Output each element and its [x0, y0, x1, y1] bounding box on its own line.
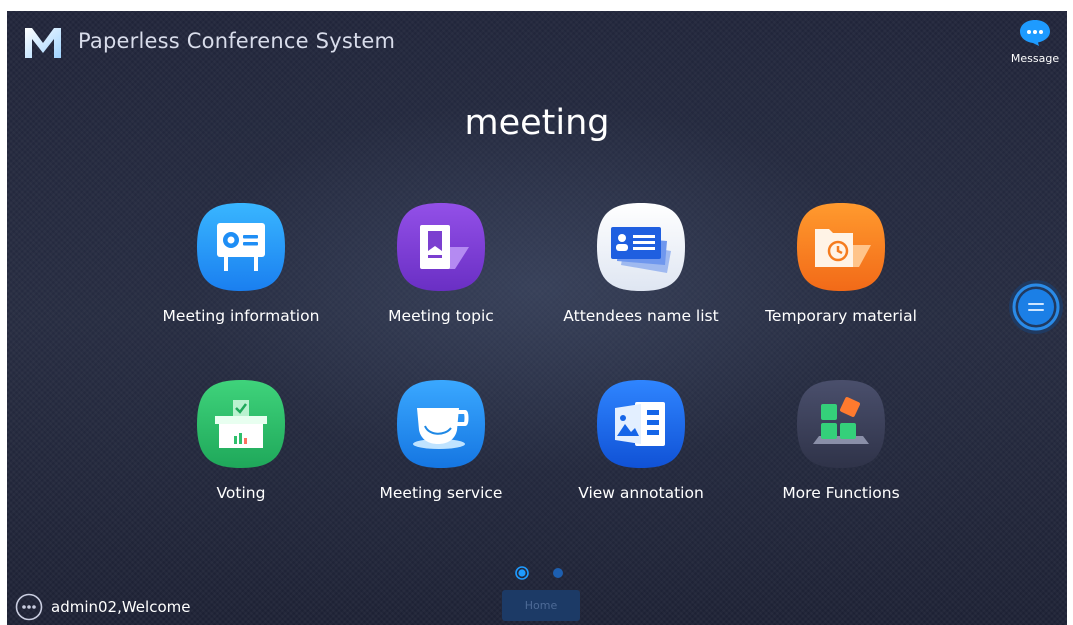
message-label: Message	[1010, 52, 1060, 65]
user-welcome[interactable]: admin02,Welcome	[15, 593, 190, 621]
floating-menu-button[interactable]	[1008, 279, 1064, 335]
app-label: More Functions	[782, 484, 900, 502]
app-meeting-service[interactable]: Meeting service	[341, 378, 541, 502]
app-label: Meeting service	[379, 484, 503, 502]
app-label: Meeting topic	[388, 307, 494, 325]
app-voting[interactable]: Voting	[141, 378, 341, 502]
presentation-board-icon	[197, 203, 285, 291]
app-label: Attendees name list	[563, 307, 719, 325]
app-temporary-material[interactable]: Temporary material	[741, 201, 941, 325]
ballot-box-icon	[197, 380, 285, 468]
app-label: Meeting information	[162, 307, 320, 325]
more-dots-icon	[15, 593, 43, 621]
app-logo	[25, 28, 61, 58]
home-screen: Paperless Conference System Message meet…	[7, 11, 1067, 625]
app-view-annotation[interactable]: View annotation	[541, 378, 741, 502]
app-label: Temporary material	[765, 307, 917, 325]
tea-cup-icon	[397, 380, 485, 468]
app-meeting-information[interactable]: Meeting information	[141, 201, 341, 325]
bookmark-document-icon	[397, 203, 485, 291]
page-indicator[interactable]	[551, 566, 565, 580]
app-attendees-name-list[interactable]: Attendees name list	[541, 201, 741, 325]
app-blocks-icon	[797, 380, 885, 468]
welcome-text: admin02,Welcome	[51, 598, 191, 616]
message-button[interactable]: Message	[1010, 19, 1060, 69]
name-card-icon	[597, 203, 685, 291]
annotation-document-icon	[597, 380, 685, 468]
app-title: Paperless Conference System	[78, 29, 396, 53]
folder-clock-icon	[797, 203, 885, 291]
app-label: View annotation	[578, 484, 704, 502]
page-title: meeting	[464, 103, 610, 143]
app-meeting-topic[interactable]: Meeting topic	[341, 201, 541, 325]
app-label: Voting	[216, 484, 266, 502]
chat-bubble-icon	[1020, 20, 1050, 46]
app-more-functions[interactable]: More Functions	[741, 378, 941, 502]
home-button[interactable]: Home	[502, 590, 580, 621]
page-indicator-active[interactable]	[515, 566, 529, 580]
